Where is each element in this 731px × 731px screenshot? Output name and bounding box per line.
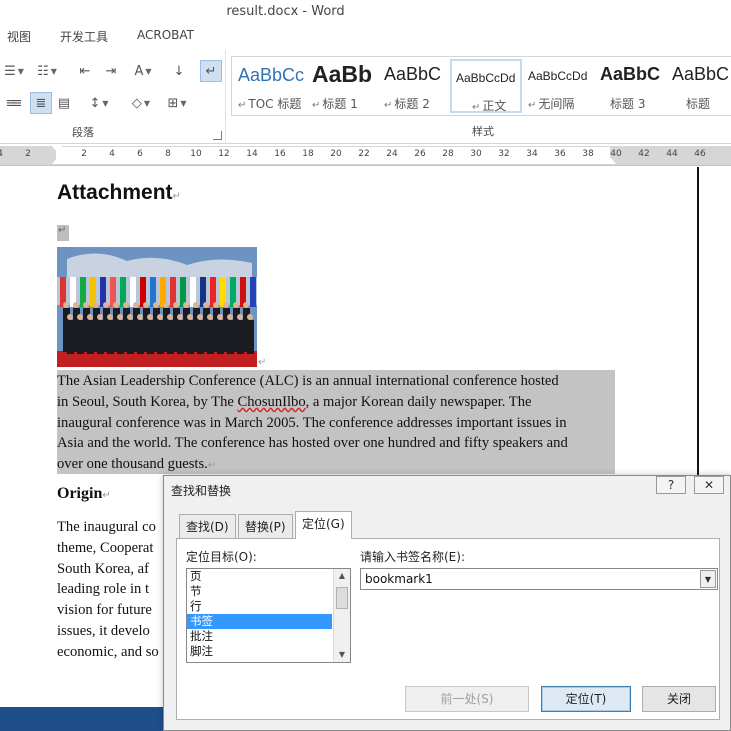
right-indent-marker[interactable] — [606, 158, 616, 164]
list-item-selected[interactable]: 书签 — [187, 614, 332, 629]
find-replace-dialog: 查找和替换 ? ✕ 查找(D) 替换(P) 定位(G) 定位目标(O): 页 节… — [163, 475, 731, 731]
ruler-tick-label: 14 — [246, 149, 258, 159]
distributed-icon[interactable]: ▤ — [54, 92, 74, 114]
ruler-tick-label: 44 — [666, 149, 678, 159]
show-marks-icon[interactable]: ↵ — [200, 60, 222, 82]
goto-target-list[interactable]: 页 节 行 书签 批注 脚注 ▲ ▼ — [186, 568, 351, 663]
ruler-tick-label: 24 — [386, 149, 398, 159]
ruler-tick-label: 32 — [498, 149, 510, 159]
sort-icon[interactable]: ↓ — [168, 60, 190, 82]
group-photo-image[interactable] — [57, 247, 257, 367]
style-no-spacing[interactable]: AaBbCcDd ↵ 无间隔 — [524, 59, 596, 113]
scroll-up-icon[interactable]: ▲ — [334, 569, 350, 583]
styles-group-label: 样式 — [472, 125, 494, 138]
ruler-tick-label: 36 — [554, 149, 566, 159]
alc-paragraph: The Asian Leadership Conference (ALC) is… — [57, 373, 568, 473]
misspelled-word: ChosunIlbo — [237, 393, 306, 410]
bookmark-name-value: bookmark1 — [365, 572, 433, 586]
increase-indent-icon[interactable]: ⇥ — [100, 60, 122, 82]
close-button[interactable]: 关闭 — [642, 686, 716, 712]
ruler-tick-label: 20 — [330, 149, 342, 159]
bookmark-name-combo[interactable]: bookmark1 ▼ — [360, 568, 718, 590]
ruler-tick-label: 46 — [694, 149, 706, 159]
ruler-tick-label: 10 — [190, 149, 202, 159]
list-item[interactable]: 页 — [187, 569, 332, 584]
styles-gallery: AaBbCc ↵ TOC 标题 AaBb ↵ 标题 1 AaBbC ↵ 标题 2 Aa… — [231, 56, 731, 116]
paragraph-group-label: 段落 — [72, 126, 94, 139]
list-scrollbar[interactable]: ▲ ▼ — [333, 569, 350, 662]
list-item[interactable]: 批注 — [187, 629, 332, 644]
list-item[interactable]: 节 — [187, 584, 332, 599]
ruler-tick-label: 26 — [414, 149, 426, 159]
decrease-indent-icon[interactable]: ⇤ — [74, 60, 96, 82]
style-heading-2[interactable]: AaBbC ↵ 标题 2 — [380, 59, 452, 113]
goto-button[interactable]: 定位(T) — [541, 686, 631, 712]
tab-goto[interactable]: 定位(G) — [295, 511, 352, 539]
window-title: result.docx - Word — [226, 4, 345, 19]
ruler-tick-label: 34 — [526, 149, 538, 159]
horizontal-ruler[interactable]: 4224681012141618202224262830323436384042… — [0, 146, 731, 166]
style-heading-1[interactable]: AaBb ↵ 标题 1 — [308, 59, 380, 113]
style-toc-heading[interactable]: AaBbCc ↵ TOC 标题 — [234, 59, 306, 113]
ruler-tick-label: 4 — [109, 149, 115, 159]
paragraph-group: ☰ ▼ ☷ ▼ ⇤ ⇥ A ▼ ↓ ↵ ≡ ≡ ≣ ▤ ↕ ▼ ◇ ▼ ⊞ ▼ 段落 — [0, 50, 226, 144]
ruler-tick-label: 6 — [137, 149, 143, 159]
justify-icon[interactable]: ≣ — [30, 92, 52, 114]
numbering-icon[interactable]: ☷ ▼ — [32, 60, 62, 82]
ruler-tick-label: 12 — [218, 149, 230, 159]
line-spacing-icon[interactable]: ↕ ▼ — [84, 92, 114, 114]
image-paragraph-mark: ↵ — [258, 357, 267, 368]
help-icon: ? — [667, 478, 675, 492]
tab-replace[interactable]: 替换(P) — [238, 514, 293, 538]
dialog-title: 查找和替换 — [171, 484, 232, 498]
ruler-tick-label: 22 — [358, 149, 370, 159]
ruler-tick-label: 2 — [25, 149, 31, 159]
bullets-icon[interactable]: ☰ ▼ — [0, 60, 28, 82]
chevron-down-icon[interactable]: ▼ — [700, 570, 716, 588]
ribbon: ☰ ▼ ☷ ▼ ⇤ ⇥ A ▼ ↓ ↵ ≡ ≡ ≣ ▤ ↕ ▼ ◇ ▼ ⊞ ▼ 段落 AaB… — [0, 50, 731, 144]
paragraph-launcher-icon[interactable] — [213, 131, 222, 140]
scroll-down-icon[interactable]: ▼ — [334, 648, 350, 662]
ruler-tick-label: 42 — [638, 149, 650, 159]
empty-paragraph-selection: ↵ — [57, 225, 69, 241]
ruler-tick-label: 18 — [302, 149, 314, 159]
tab-acrobat[interactable]: ACROBAT — [137, 28, 194, 42]
origin-heading: Origin↵ — [57, 485, 111, 502]
shading-icon[interactable]: ◇ ▼ — [126, 92, 156, 114]
style-heading-3[interactable]: AaBbC 标题 3 — [596, 59, 668, 113]
title-bar: result.docx - Word — [0, 0, 731, 24]
previous-button[interactable]: 前一处(S) — [405, 686, 529, 712]
style-normal[interactable]: AaBbCcDd ↵ 正文 — [450, 59, 522, 113]
ruler-tick-label: 16 — [274, 149, 286, 159]
style-title[interactable]: AaBbC 标题 — [668, 59, 731, 113]
ruler-tick-label: 28 — [442, 149, 454, 159]
close-icon: ✕ — [703, 478, 715, 492]
align-right-icon[interactable]: ≡ — [8, 92, 26, 114]
attachment-heading: Attachment↵ — [57, 181, 181, 204]
hanging-indent-marker[interactable] — [52, 158, 62, 164]
asian-layout-icon[interactable]: A ▼ — [128, 60, 158, 82]
tab-find[interactable]: 查找(D) — [179, 514, 236, 538]
ruler-tick-label: 8 — [165, 149, 171, 159]
first-line-indent-marker[interactable] — [52, 146, 62, 152]
ruler-tick-label: 2 — [81, 149, 87, 159]
scroll-thumb[interactable] — [336, 587, 348, 609]
tab-view[interactable]: 视图 — [7, 28, 31, 45]
dialog-close-button[interactable]: ✕ — [694, 476, 724, 494]
list-item[interactable]: 行 — [187, 599, 332, 614]
borders-icon[interactable]: ⊞ ▼ — [162, 92, 192, 114]
ruler-tick-label: 38 — [582, 149, 594, 159]
tab-developer[interactable]: 开发工具 — [60, 28, 108, 45]
goto-target-label: 定位目标(O): — [186, 550, 257, 564]
ribbon-tabs: 视图 开发工具 ACROBAT — [0, 26, 731, 48]
ruler-tick-label: 4 — [0, 149, 3, 159]
list-item[interactable]: 脚注 — [187, 644, 332, 659]
ruler-tick-label: 30 — [470, 149, 482, 159]
help-button[interactable]: ? — [656, 476, 686, 494]
bookmark-name-label: 请输入书签名称(E): — [360, 550, 465, 564]
